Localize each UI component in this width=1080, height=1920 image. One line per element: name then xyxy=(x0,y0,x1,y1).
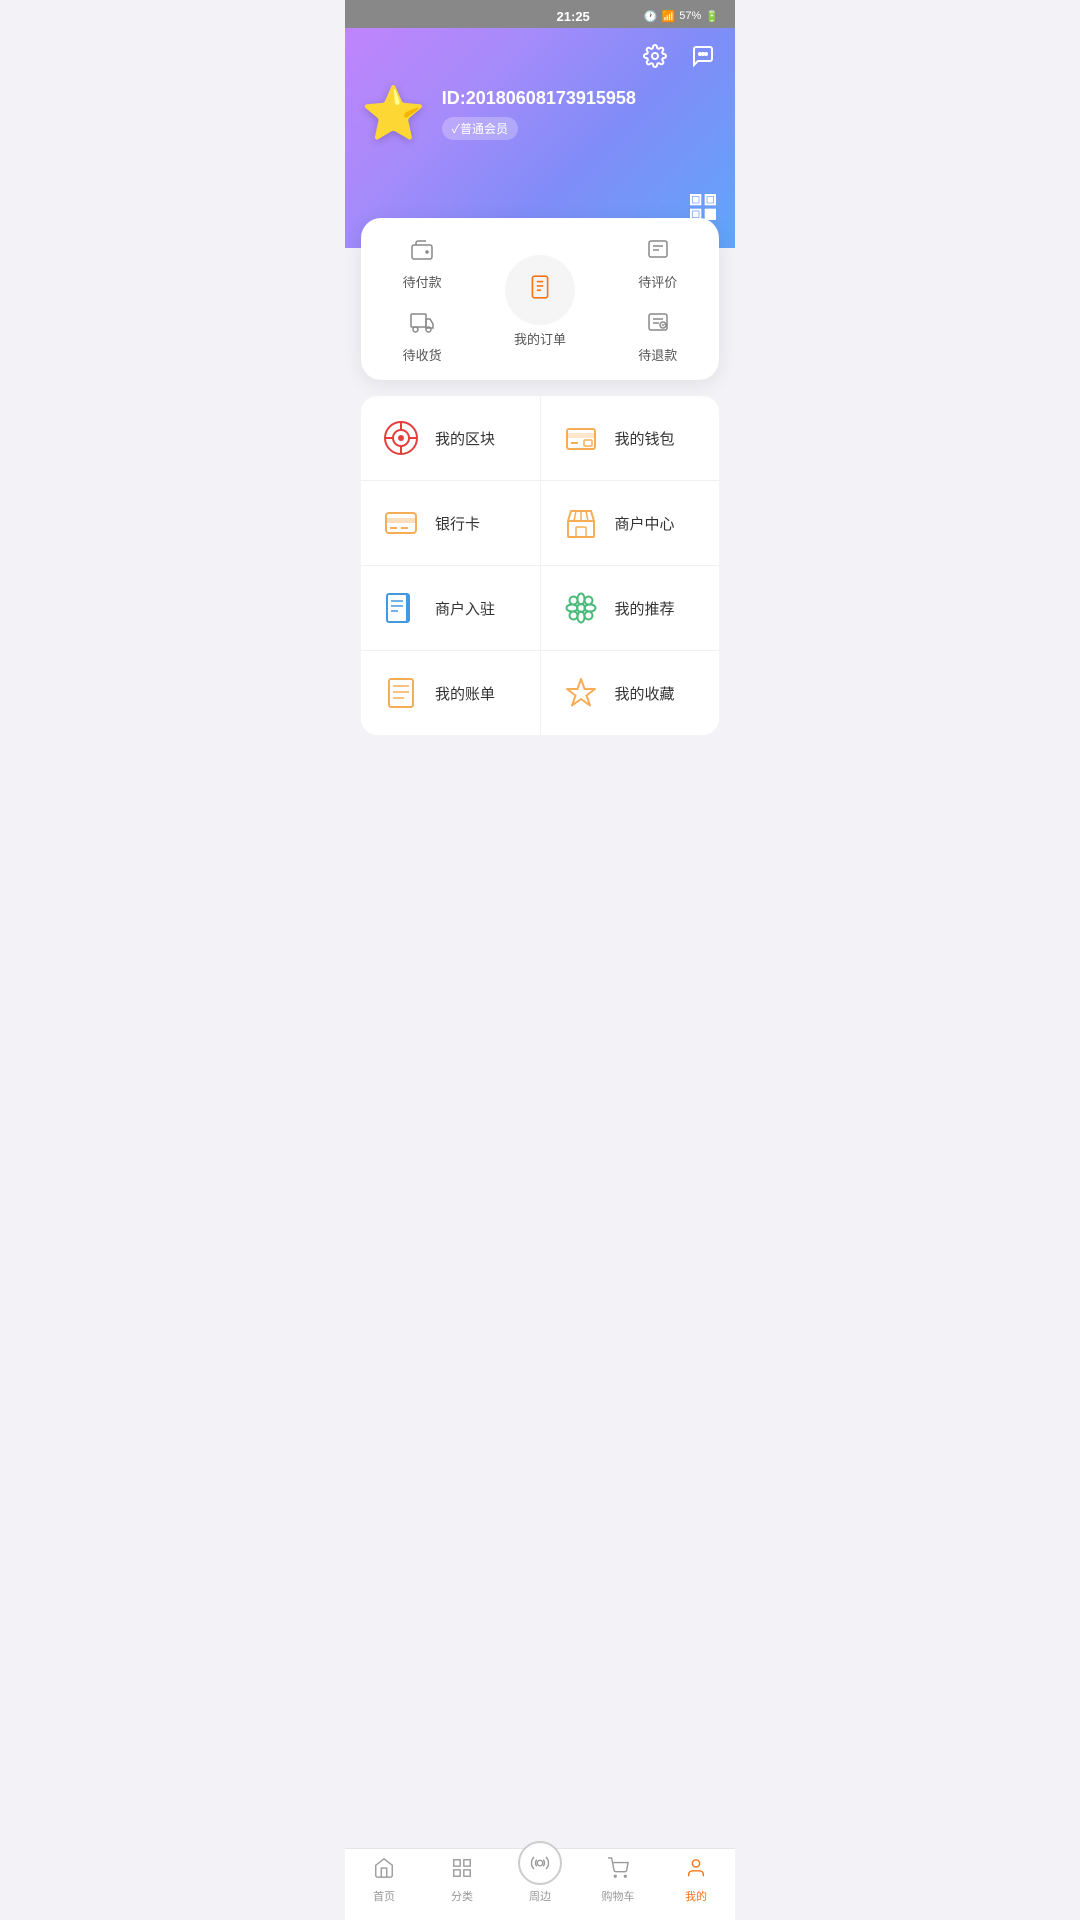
order-left-items: 待付款 待收货 xyxy=(403,238,442,364)
menu-row-3: 商户入驻 我的推荐 xyxy=(361,566,719,651)
wallet-icon xyxy=(410,238,434,268)
menu-row-2: 银行卡 商户中心 xyxy=(361,481,719,566)
my-bill-label: 我的账单 xyxy=(435,683,495,704)
flower-icon xyxy=(561,588,601,628)
merchant-center-label: 商户中心 xyxy=(615,513,675,534)
my-order-label: 我的订单 xyxy=(514,329,566,348)
user-id: ID:20180608173915958 xyxy=(442,88,719,109)
nearby-label: 周边 xyxy=(529,1888,551,1904)
pending-review-label: 待评价 xyxy=(638,272,677,291)
settings-button[interactable] xyxy=(639,40,671,72)
status-icons: 🕐 📶 57% 🔋 xyxy=(644,10,719,23)
truck-icon xyxy=(410,311,434,341)
my-recommend-cell[interactable]: 我的推荐 xyxy=(541,566,720,650)
header-banner: ⭐ ID:20180608173915958 ✓普通会员 xyxy=(345,28,735,248)
my-bill-cell[interactable]: 我的账单 xyxy=(361,651,541,735)
header-actions xyxy=(361,40,719,72)
user-details: ID:20180608173915958 ✓普通会员 xyxy=(442,88,719,140)
pending-payment-item[interactable]: 待付款 xyxy=(403,238,442,291)
merchant-center-cell[interactable]: 商户中心 xyxy=(541,481,720,565)
my-block-label: 我的区块 xyxy=(435,428,495,449)
pending-review-item[interactable]: 待评价 xyxy=(638,238,677,291)
member-badge-label: ✓普通会员 xyxy=(452,120,508,137)
my-recommend-label: 我的推荐 xyxy=(615,598,675,619)
menu-row-4: 我的账单 我的收藏 xyxy=(361,651,719,735)
mine-label: 我的 xyxy=(685,1888,707,1904)
status-time: 21:25 xyxy=(502,9,643,24)
battery-icon: 🔋 xyxy=(705,10,719,23)
order-list-icon xyxy=(527,274,553,306)
signal-icon xyxy=(518,1841,562,1885)
block-icon xyxy=(381,418,421,458)
my-order-center[interactable]: 我的订单 xyxy=(505,255,575,348)
wallet2-icon xyxy=(561,418,601,458)
cart-icon xyxy=(607,1857,629,1885)
merchant-join-cell[interactable]: 商户入驻 xyxy=(361,566,541,650)
status-bar: 21:25 🕐 📶 57% 🔋 xyxy=(345,0,735,28)
cart-label: 购物车 xyxy=(602,1888,635,1904)
star2-icon xyxy=(561,673,601,713)
pending-refund-label: 待退款 xyxy=(638,345,677,364)
pending-receipt-label: 待收货 xyxy=(403,345,442,364)
bill-icon xyxy=(381,673,421,713)
nav-nearby[interactable]: 周边 xyxy=(501,1857,579,1904)
user-info: ⭐ ID:20180608173915958 ✓普通会员 xyxy=(361,88,719,140)
bank-card-label: 银行卡 xyxy=(435,513,480,534)
bottom-nav: 首页 分类 周边 xyxy=(345,1848,735,1920)
merchant-join-label: 商户入驻 xyxy=(435,598,495,619)
grid-icon xyxy=(451,1857,473,1885)
clock-icon: 🕐 xyxy=(644,10,658,23)
my-favorites-cell[interactable]: 我的收藏 xyxy=(541,651,720,735)
nav-category[interactable]: 分类 xyxy=(423,1857,501,1904)
pending-refund-item[interactable]: 待退款 xyxy=(638,311,677,364)
bank-card-cell[interactable]: 银行卡 xyxy=(361,481,541,565)
order-circle xyxy=(505,255,575,325)
member-badge: ✓普通会员 xyxy=(442,117,518,140)
menu-row-1: 我的区块 我的钱包 xyxy=(361,396,719,481)
nav-home[interactable]: 首页 xyxy=(345,1857,423,1904)
message-button[interactable] xyxy=(687,40,719,72)
order-right-items: 待评价 待退款 xyxy=(638,238,677,364)
card-icon xyxy=(381,503,421,543)
nav-mine[interactable]: 我的 xyxy=(657,1857,735,1904)
home-label: 首页 xyxy=(373,1888,395,1904)
my-wallet-cell[interactable]: 我的钱包 xyxy=(541,396,720,480)
battery-label: 57% xyxy=(679,10,701,22)
my-wallet-label: 我的钱包 xyxy=(615,428,675,449)
avatar: ⭐ xyxy=(361,88,426,140)
refund-icon xyxy=(646,311,670,341)
review-icon xyxy=(646,238,670,268)
user-icon xyxy=(685,1857,707,1885)
my-block-cell[interactable]: 我的区块 xyxy=(361,396,541,480)
pending-receipt-item[interactable]: 待收货 xyxy=(403,311,442,364)
doc-icon xyxy=(381,588,421,628)
my-favorites-label: 我的收藏 xyxy=(615,683,675,704)
category-label: 分类 xyxy=(451,1888,473,1904)
nav-cart[interactable]: 购物车 xyxy=(579,1857,657,1904)
store-icon xyxy=(561,503,601,543)
menu-section: 我的区块 我的钱包 xyxy=(361,396,719,735)
wifi-icon: 📶 xyxy=(662,10,676,23)
order-card: 待付款 待收货 xyxy=(361,218,719,380)
pending-payment-label: 待付款 xyxy=(403,272,442,291)
home-icon xyxy=(373,1857,395,1885)
